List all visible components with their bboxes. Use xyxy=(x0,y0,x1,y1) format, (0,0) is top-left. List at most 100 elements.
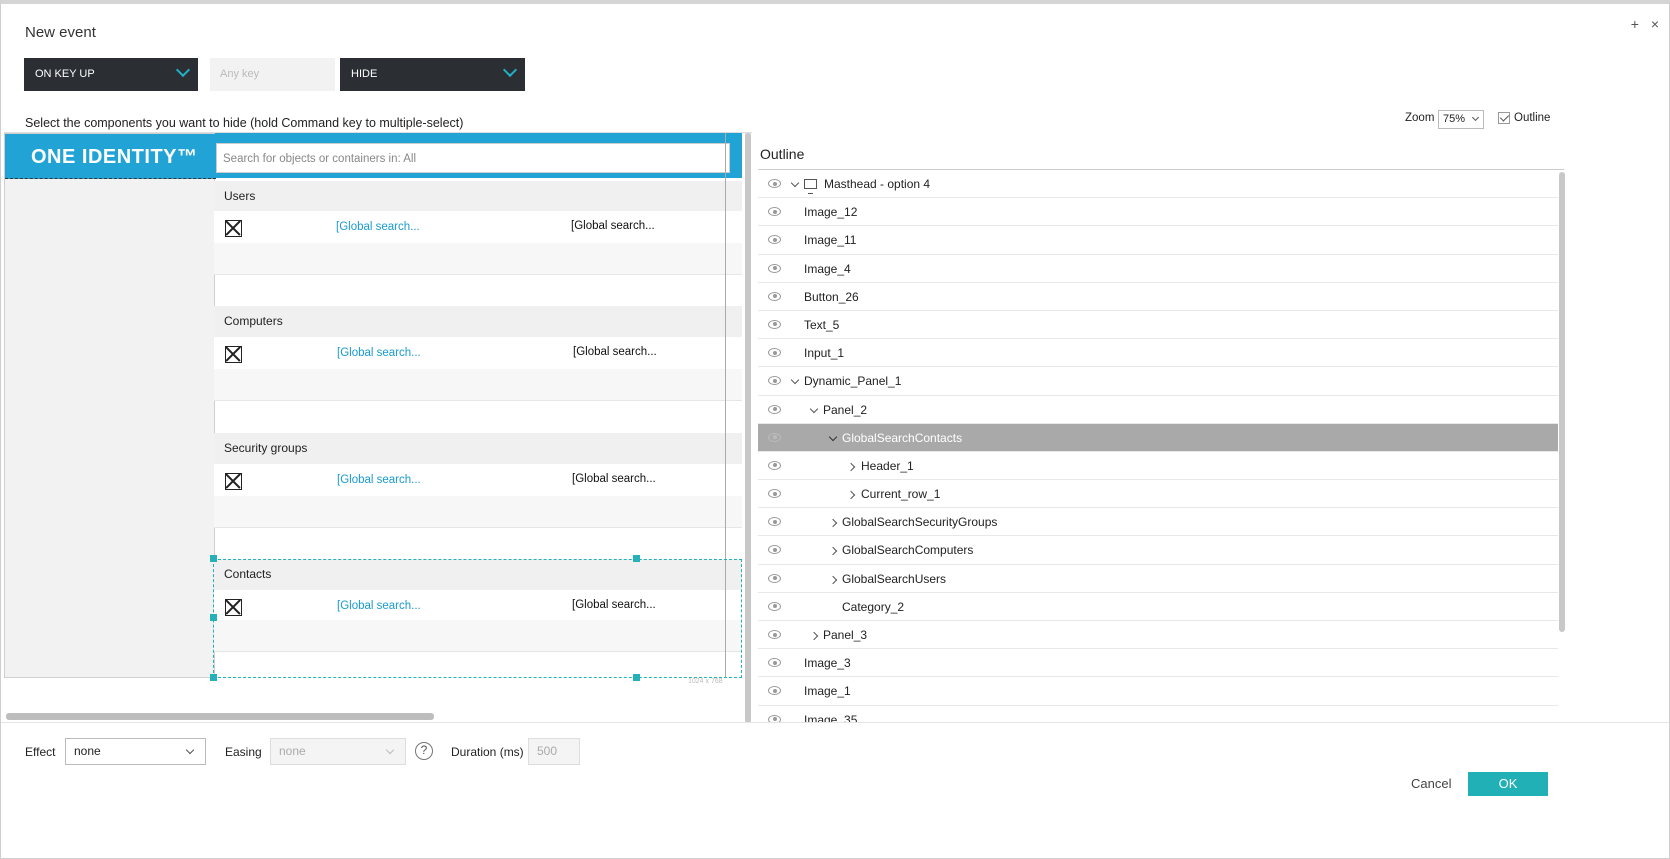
chevron-down-icon[interactable] xyxy=(809,404,819,413)
outline-item-label: Category_2 xyxy=(842,599,905,614)
eye-icon[interactable] xyxy=(768,319,781,329)
outline-item[interactable]: GlobalSearchComputers xyxy=(758,536,1558,565)
outline-checkbox[interactable] xyxy=(1498,112,1510,124)
table-row[interactable]: [Global search... [Global search... xyxy=(214,337,742,369)
chevron-right-icon[interactable] xyxy=(828,575,838,584)
brand-logo[interactable]: ONE IDENTITY™ xyxy=(5,134,216,179)
outline-item[interactable]: Image_4 xyxy=(758,254,1558,283)
outline-item[interactable]: Text_5 xyxy=(758,310,1558,340)
resize-handle[interactable] xyxy=(633,555,640,562)
eye-icon[interactable] xyxy=(768,489,781,499)
result-link[interactable]: [Global search... xyxy=(337,347,421,359)
chevron-down-icon[interactable] xyxy=(790,376,800,385)
outline-item[interactable]: Image_35 xyxy=(758,705,1558,722)
chevron-down-icon[interactable] xyxy=(828,432,838,441)
outline-item-label: Input_1 xyxy=(804,346,845,361)
eye-icon[interactable] xyxy=(768,263,781,273)
trigger-dropdown[interactable]: ON KEY UP xyxy=(24,58,198,91)
outline-item[interactable]: Image_3 xyxy=(758,649,1558,678)
eye-icon[interactable] xyxy=(768,291,781,301)
zoom-label: Zoom xyxy=(1405,112,1435,124)
outline-item-label: Current_row_1 xyxy=(861,487,941,502)
help-icon[interactable]: ? xyxy=(415,742,433,760)
easing-label: Easing xyxy=(225,745,262,759)
duration-input[interactable]: 500 xyxy=(528,738,580,765)
outline-item-label: Image_4 xyxy=(804,261,851,276)
vertical-scrollbar-thumb[interactable] xyxy=(745,133,751,723)
eye-icon[interactable] xyxy=(768,573,781,583)
close-icon[interactable]: × xyxy=(1651,16,1659,32)
eye-icon[interactable] xyxy=(768,714,781,722)
outline-item[interactable]: Masthead - option 4 xyxy=(758,170,1558,199)
section-header-security-groups[interactable]: Security groups xyxy=(214,433,742,464)
chevron-down-icon[interactable] xyxy=(790,178,800,188)
cancel-button[interactable]: Cancel xyxy=(1411,776,1451,791)
eye-icon[interactable] xyxy=(768,686,781,696)
outline-item[interactable]: Button_26 xyxy=(758,282,1558,311)
eye-icon[interactable] xyxy=(768,235,781,245)
preview-sidebar[interactable]: ONE IDENTITY™ xyxy=(4,133,216,678)
selection-outline[interactable] xyxy=(213,559,742,678)
easing-select[interactable]: none xyxy=(270,738,406,765)
global-search-input[interactable]: Search for objects or containers in: All xyxy=(216,143,730,173)
eye-icon[interactable] xyxy=(768,207,781,217)
eye-icon[interactable] xyxy=(768,404,781,414)
outline-item[interactable]: Panel_2 xyxy=(758,395,1558,424)
add-icon[interactable]: + xyxy=(1631,16,1639,32)
outline-item[interactable]: Image_1 xyxy=(758,677,1558,706)
outline-item[interactable]: Input_1 xyxy=(758,339,1558,368)
eye-icon[interactable] xyxy=(768,376,781,386)
outline-item-label: GlobalSearchContacts xyxy=(842,430,963,445)
result-link[interactable]: [Global search... xyxy=(336,221,420,233)
result-value: [Global search... xyxy=(572,473,656,485)
horizontal-scrollbar[interactable] xyxy=(6,713,434,720)
outline-item-label: Image_1 xyxy=(804,684,851,699)
broken-image-icon xyxy=(225,220,242,237)
action-dropdown[interactable]: HIDE xyxy=(340,58,525,91)
result-link[interactable]: [Global search... xyxy=(337,474,421,486)
resize-handle[interactable] xyxy=(633,674,640,681)
vertical-scrollbar[interactable] xyxy=(745,133,751,723)
outline-item[interactable]: Header_1 xyxy=(758,451,1558,481)
outline-item[interactable]: GlobalSearchUsers xyxy=(758,564,1558,593)
outline-item[interactable]: Dynamic_Panel_1 xyxy=(758,367,1558,396)
duration-label: Duration (ms) xyxy=(451,745,524,759)
eye-icon[interactable] xyxy=(768,517,781,527)
section-header-computers[interactable]: Computers xyxy=(214,306,742,337)
key-input[interactable]: Any key xyxy=(210,58,335,91)
chevron-right-icon[interactable] xyxy=(828,519,838,528)
table-row[interactable]: [Global search... [Global search... xyxy=(214,211,742,243)
eye-icon[interactable] xyxy=(768,348,781,358)
chevron-right-icon[interactable] xyxy=(846,490,856,500)
table-row[interactable]: [Global search... [Global search... xyxy=(214,464,742,496)
eye-icon[interactable] xyxy=(768,658,781,668)
eye-icon[interactable] xyxy=(768,545,781,555)
resize-handle[interactable] xyxy=(210,555,217,562)
chevron-right-icon[interactable] xyxy=(846,462,856,472)
chevron-right-icon[interactable] xyxy=(828,547,838,556)
resize-handle[interactable] xyxy=(210,674,217,681)
outline-item[interactable]: Image_11 xyxy=(758,226,1558,255)
eye-icon[interactable] xyxy=(768,179,781,188)
result-value: [Global search... xyxy=(573,346,657,358)
outline-item[interactable]: Image_12 xyxy=(758,198,1558,227)
chevron-right-icon[interactable] xyxy=(809,631,819,641)
outline-item[interactable]: Current_row_1 xyxy=(758,480,1558,509)
outline-item[interactable]: Category_2 xyxy=(758,592,1558,621)
eye-icon[interactable] xyxy=(768,432,781,442)
resize-handle[interactable] xyxy=(210,614,217,621)
easing-value: none xyxy=(279,744,306,758)
eye-icon[interactable] xyxy=(768,460,781,470)
outline-item[interactable]: Panel_3 xyxy=(758,621,1558,650)
eye-icon[interactable] xyxy=(768,601,781,611)
ok-button[interactable]: OK xyxy=(1468,772,1548,796)
effect-select[interactable]: none xyxy=(65,738,206,765)
outline-item-label: Button_26 xyxy=(804,289,859,304)
outline-item[interactable]: GlobalSearchContacts xyxy=(758,423,1558,452)
outline-scrollbar[interactable] xyxy=(1559,172,1565,632)
section-header-users[interactable]: Users xyxy=(214,181,742,211)
zoom-select[interactable]: 75% xyxy=(1438,110,1484,129)
chevron-down-icon xyxy=(175,62,191,78)
eye-icon[interactable] xyxy=(768,630,781,639)
outline-item[interactable]: GlobalSearchSecurityGroups xyxy=(758,508,1558,537)
